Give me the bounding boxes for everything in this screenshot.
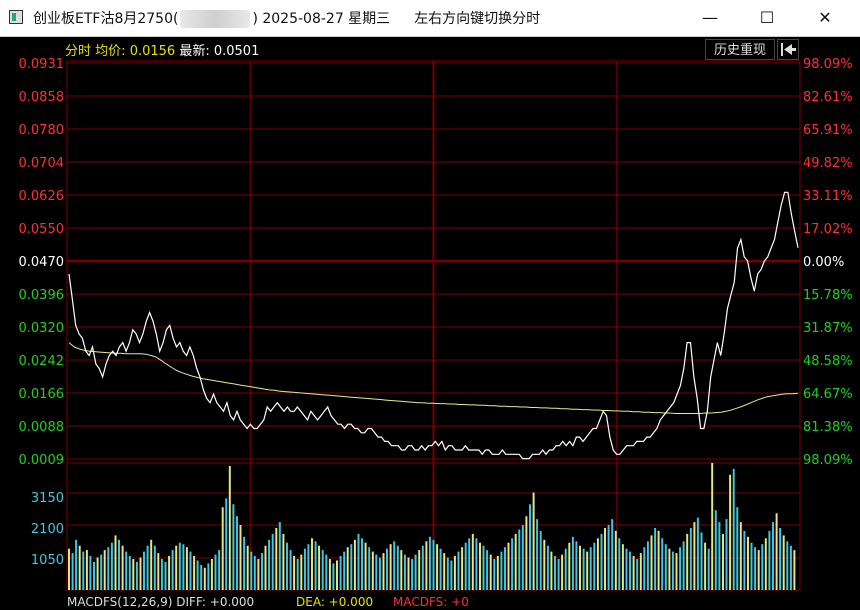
macd-fs: MACDFS: +0 xyxy=(393,595,469,609)
volume-bars xyxy=(68,463,796,590)
percent-tick-label: 49.82% xyxy=(803,156,853,171)
price-tick-label: 0.0704 xyxy=(19,156,65,171)
price-tick-label: 0.0320 xyxy=(19,321,65,336)
macd-dea: DEA: +0.000 xyxy=(296,595,373,609)
price-tick-label: 0.0470 xyxy=(19,255,65,270)
percent-tick-label: 98.09% xyxy=(803,453,853,468)
percent-tick-label: 98.09% xyxy=(803,57,853,72)
price-volume-chart: 0.0931 0.0858 0.0780 0.0704 0.0626 0.0550 0.04… xyxy=(19,57,853,609)
price-tick-label: 0.0931 xyxy=(19,57,65,72)
percent-tick-label: 0.00% xyxy=(803,255,844,270)
percent-tick-label: 65.91% xyxy=(803,123,853,138)
percent-tick-label: 81.38% xyxy=(803,420,853,435)
price-tick-label: 0.0396 xyxy=(19,288,65,303)
price-tick-label: 0.0858 xyxy=(19,90,65,105)
volume-tick-label: 1050 xyxy=(31,553,64,568)
price-tick-label: 0.0550 xyxy=(19,222,65,237)
chart-grid xyxy=(66,60,801,591)
option-minute-chart-window: 创业板ETF沽8月2750() 2025-08-27 星期三 左右方向键切换分时 … xyxy=(0,0,860,610)
percent-tick-label: 17.02% xyxy=(803,222,853,237)
percent-tick-label: 15.78% xyxy=(803,288,853,303)
price-tick-label: 0.0626 xyxy=(19,189,65,204)
volume-tick-label: 2100 xyxy=(31,522,64,537)
price-tick-label: 0.0088 xyxy=(19,420,65,435)
price-tick-label: 0.0242 xyxy=(19,354,65,369)
percent-axis-labels: 98.09% 82.61% 65.91% 49.82% 33.11% 17.02% 0.00… xyxy=(803,57,853,468)
price-tick-label: 0.0009 xyxy=(19,453,65,468)
percent-tick-label: 64.67% xyxy=(803,387,853,402)
percent-tick-label: 82.61% xyxy=(803,90,853,105)
percent-tick-label: 31.87% xyxy=(803,321,853,336)
volume-axis-labels: 3150 2100 1050 xyxy=(31,491,64,568)
macd-label: MACDFS(12,26,9) DIFF: +0.000 xyxy=(67,595,254,609)
percent-tick-label: 48.58% xyxy=(803,354,853,369)
volume-tick-label: 3150 xyxy=(31,491,64,506)
price-axis-labels: 0.0931 0.0858 0.0780 0.0704 0.0626 0.0550 0.04… xyxy=(19,57,65,468)
percent-tick-label: 33.11% xyxy=(803,189,853,204)
price-tick-label: 0.0166 xyxy=(19,387,65,402)
price-tick-label: 0.0780 xyxy=(19,123,65,138)
